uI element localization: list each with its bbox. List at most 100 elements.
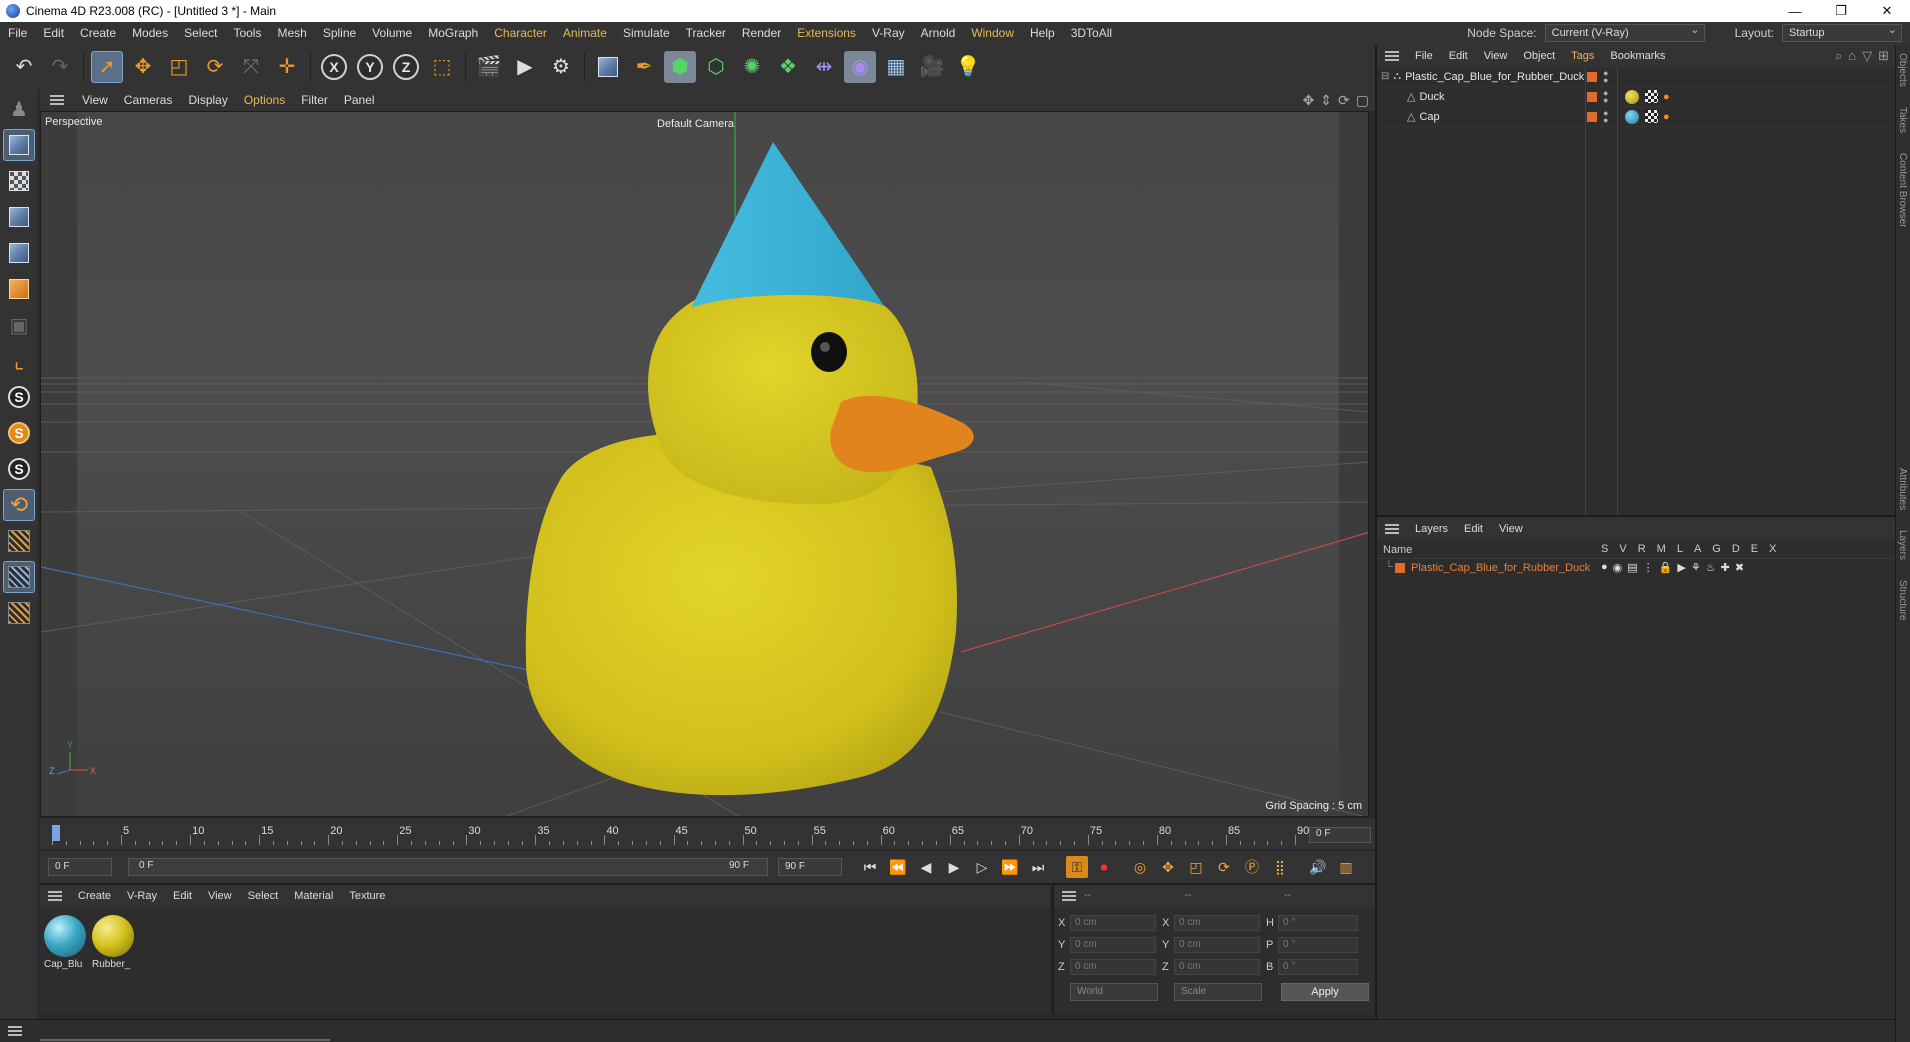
mograph-button[interactable]: ❖ xyxy=(772,51,804,83)
material-manager-menu-icon[interactable] xyxy=(48,891,62,901)
make-editable-button[interactable]: ♟ xyxy=(3,93,35,125)
rotate-tool-button[interactable]: ⟳ xyxy=(199,51,231,83)
coordinate-manager-menu-icon[interactable] xyxy=(1062,891,1076,901)
visibility-dots-icon[interactable]: ● ● xyxy=(1603,69,1608,85)
apply-button[interactable]: Apply xyxy=(1281,983,1369,1001)
tab-structure[interactable]: Structure xyxy=(1897,580,1908,621)
position-x-field[interactable]: 0 cm xyxy=(1070,915,1156,931)
tab-takes[interactable]: Takes xyxy=(1897,107,1908,133)
menu-arnold[interactable]: Arnold xyxy=(913,22,964,45)
collapse-icon[interactable]: ⊟ xyxy=(1381,71,1389,82)
tab-layers[interactable]: Layers xyxy=(1897,530,1908,560)
layer-name[interactable]: Plastic_Cap_Blue_for_Rubber_Duck xyxy=(1411,562,1590,574)
menu-spline[interactable]: Spline xyxy=(315,22,364,45)
menu-window[interactable]: Window xyxy=(963,22,1022,45)
solo-icon[interactable]: ● xyxy=(1601,561,1608,574)
key-parameter-button[interactable]: Ⓟ xyxy=(1240,855,1264,879)
menu-select[interactable]: Select xyxy=(176,22,225,45)
field-button[interactable]: ◉ xyxy=(844,51,876,83)
bend-deformer-button[interactable]: ⇹ xyxy=(808,51,840,83)
model-mode-button[interactable] xyxy=(3,129,35,161)
visibility-dots-icon[interactable]: ● ● xyxy=(1603,109,1608,125)
motion-record-button[interactable]: ⚿ xyxy=(1066,856,1088,878)
om-menu-view[interactable]: View xyxy=(1476,50,1516,62)
xref-icon[interactable]: ✖ xyxy=(1735,561,1744,574)
tweak-mode-button[interactable]: ⟲ xyxy=(3,489,35,521)
layers-menu-view[interactable]: View xyxy=(1491,523,1531,535)
scale-tool-button[interactable]: ◰ xyxy=(163,51,195,83)
z-axis-lock-button[interactable]: Z xyxy=(390,51,422,83)
menu-mesh[interactable]: Mesh xyxy=(269,22,314,45)
texture-mode-button[interactable] xyxy=(3,165,35,197)
mat-menu-vray[interactable]: V-Ray xyxy=(119,890,165,902)
uvw-tag-icon[interactable] xyxy=(1645,110,1658,123)
vray-tag-icon[interactable]: ● xyxy=(1663,111,1670,123)
pan-icon[interactable]: ✥ xyxy=(1303,92,1315,109)
x-axis-lock-button[interactable]: X xyxy=(318,51,350,83)
render-to-picture-viewer-button[interactable]: ▶ xyxy=(509,51,541,83)
generator-icon[interactable]: ⚘ xyxy=(1691,561,1701,574)
object-row-group[interactable]: ⊟ ⛬ Plastic_Cap_Blue_for_Rubber_Duck ● ● xyxy=(1377,67,1895,87)
mat-menu-create[interactable]: Create xyxy=(70,890,119,902)
om-menu-bookmarks[interactable]: Bookmarks xyxy=(1602,50,1673,62)
menu-vray[interactable]: V-Ray xyxy=(864,22,913,45)
extrude-button[interactable]: ⬡ xyxy=(700,51,732,83)
current-frame-field[interactable]: 0 F xyxy=(1309,827,1371,843)
camera-button[interactable]: 🎥 xyxy=(916,51,948,83)
size-z-field[interactable]: 0 cm xyxy=(1174,959,1260,975)
manager-icon[interactable]: ⋮ xyxy=(1643,561,1654,574)
home-icon[interactable]: ⌂ xyxy=(1848,48,1856,64)
position-z-field[interactable]: 0 cm xyxy=(1070,959,1156,975)
cube-object-button[interactable] xyxy=(592,51,624,83)
new-window-icon[interactable]: ⊞ xyxy=(1878,48,1889,64)
viewport-menu-view[interactable]: View xyxy=(74,93,116,107)
timeline-window-button[interactable]: ▥ xyxy=(1334,855,1358,879)
mat-menu-material[interactable]: Material xyxy=(286,890,341,902)
viewport-menu-cameras[interactable]: Cameras xyxy=(116,93,181,107)
viewport-menu-icon[interactable] xyxy=(50,95,64,105)
filter-icon[interactable]: ▽ xyxy=(1862,48,1872,64)
lock-icon[interactable]: 🔒 xyxy=(1659,561,1673,574)
layers-menu-edit[interactable]: Edit xyxy=(1456,523,1491,535)
frame-range-slider[interactable]: 0 F 90 F xyxy=(128,858,768,876)
cloner-button[interactable]: ✺ xyxy=(736,51,768,83)
menu-simulate[interactable]: Simulate xyxy=(615,22,678,45)
sound-button[interactable]: 🔊 xyxy=(1306,855,1330,879)
dolly-icon[interactable]: ⇕ xyxy=(1320,92,1332,109)
render-icon[interactable]: ▤ xyxy=(1627,561,1637,574)
snap-button[interactable]: S xyxy=(3,381,35,413)
uvw-tag-icon[interactable] xyxy=(1645,90,1658,103)
menu-tracker[interactable]: Tracker xyxy=(678,22,734,45)
om-menu-tags[interactable]: Tags xyxy=(1563,50,1602,62)
menu-render[interactable]: Render xyxy=(734,22,789,45)
rotation-h-field[interactable]: 0 ° xyxy=(1278,915,1358,931)
menu-create[interactable]: Create xyxy=(72,22,124,45)
coordinate-system-button[interactable]: ⬚ xyxy=(426,51,458,83)
undo-button[interactable]: ↶ xyxy=(8,51,40,83)
cap-material-tag-icon[interactable] xyxy=(1625,110,1639,124)
om-menu-file[interactable]: File xyxy=(1407,50,1441,62)
menu-character[interactable]: Character xyxy=(486,22,555,45)
redo-button[interactable]: ↷ xyxy=(44,51,76,83)
play-button[interactable]: ▶ xyxy=(942,855,966,879)
menu-help[interactable]: Help xyxy=(1022,22,1063,45)
menu-file[interactable]: File xyxy=(0,22,35,45)
search-icon[interactable]: ⌕ xyxy=(1835,48,1842,64)
create-tool-button[interactable]: ✛ xyxy=(271,51,303,83)
subdivision-surface-button[interactable]: ⬢ xyxy=(664,51,696,83)
layer-row[interactable]: └ Plastic_Cap_Blue_for_Rubber_Duck ● ◉ ▤… xyxy=(1377,559,1895,577)
polygon-mode-button[interactable] xyxy=(3,273,35,305)
expression-icon[interactable]: ✚ xyxy=(1721,561,1730,574)
layers-menu-layers[interactable]: Layers xyxy=(1407,523,1456,535)
om-menu-edit[interactable]: Edit xyxy=(1441,50,1476,62)
floor-button[interactable]: ▦ xyxy=(880,51,912,83)
key-scale-button[interactable]: ◰ xyxy=(1184,855,1208,879)
om-menu-object[interactable]: Object xyxy=(1515,50,1563,62)
menu-mograph[interactable]: MoGraph xyxy=(420,22,486,45)
position-y-field[interactable]: 0 cm xyxy=(1070,937,1156,953)
planar-workplane-button[interactable] xyxy=(3,597,35,629)
move-tool-button[interactable]: ✥ xyxy=(127,51,159,83)
axis-mode-button[interactable]: ⌞ xyxy=(3,345,35,377)
previous-frame-button[interactable]: ◀ xyxy=(914,855,938,879)
point-mode-button[interactable] xyxy=(3,201,35,233)
